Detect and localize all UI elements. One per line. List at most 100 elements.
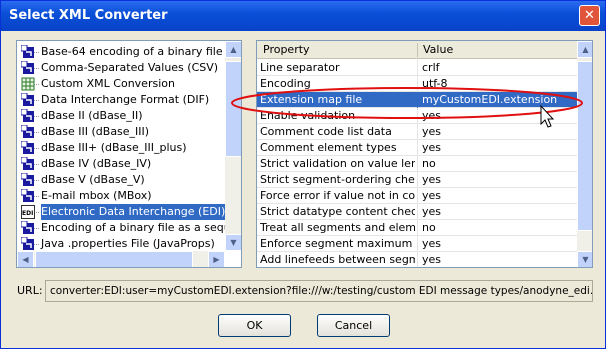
- svg-text:EDI: EDI: [22, 210, 33, 217]
- xml-converter-icon: [20, 60, 35, 75]
- property-value[interactable]: myCustomEDI.extension: [422, 92, 577, 108]
- converter-list-item[interactable]: Base-64 encoding of a binary file as: [20, 44, 241, 60]
- property-value[interactable]: no: [422, 156, 577, 172]
- property-row[interactable]: Strict validation on value leng... no: [257, 156, 577, 172]
- property-value[interactable]: yes: [422, 172, 577, 188]
- property-value[interactable]: yes: [422, 188, 577, 204]
- property-grid-vscrollbar[interactable]: ▲ ▼: [577, 41, 592, 267]
- property-row[interactable]: Treat all segments and eleme... no: [257, 220, 577, 236]
- property-name: Force error if value not in cod...: [260, 189, 415, 202]
- scroll-up-icon[interactable]: ▲: [225, 41, 241, 58]
- property-value[interactable]: utf-8: [422, 76, 577, 92]
- converter-list[interactable]: Base-64 encoding of a binary file as Comm…: [16, 40, 242, 268]
- converter-list-item[interactable]: Comma-Separated Values (CSV): [20, 60, 220, 76]
- close-icon[interactable]: ✕: [579, 5, 600, 26]
- converter-list-item[interactable]: Java .properties File (JavaProps): [20, 236, 217, 252]
- xml-converter-icon: [20, 220, 35, 235]
- grid-icon: [21, 77, 35, 91]
- property-value[interactable]: no: [422, 220, 577, 236]
- property-value[interactable]: yes: [422, 252, 577, 267]
- scroll-down-icon[interactable]: ▼: [225, 234, 241, 251]
- converter-list-item[interactable]: dBase III+ (dBase_III_plus): [20, 140, 189, 156]
- scroll-thumb[interactable]: [225, 61, 241, 157]
- property-row[interactable]: Add linefeeds between segm... yes: [257, 252, 577, 267]
- converter-label: Custom XML Conversion: [41, 77, 175, 90]
- converter-list-item[interactable]: dBase III (dBase_III): [20, 124, 151, 140]
- property-value[interactable]: yes: [422, 124, 577, 140]
- ok-button[interactable]: OK: [218, 314, 291, 337]
- property-row[interactable]: Extension map file myCustomEDI.extension: [257, 92, 577, 108]
- converter-label: dBase III (dBase_III): [41, 125, 150, 138]
- property-name: Add linefeeds between segm...: [260, 253, 415, 266]
- property-row[interactable]: Force error if value not in cod... yes: [257, 188, 577, 204]
- scroll-right-icon[interactable]: ▶: [208, 251, 225, 267]
- property-value[interactable]: crlf: [422, 60, 577, 76]
- cell-divider: [417, 140, 418, 156]
- property-row[interactable]: Enable validation yes: [257, 108, 577, 124]
- cell-divider: [417, 220, 418, 236]
- property-value[interactable]: yes: [422, 236, 577, 252]
- xml-converter-icon: [20, 108, 35, 123]
- converter-list-item[interactable]: Encoding of a binary file as a seque: [20, 220, 239, 236]
- property-name: Enforce segment maximum c...: [260, 237, 415, 250]
- converter-label: E-mail mbox (MBox): [41, 189, 152, 202]
- scroll-left-icon[interactable]: ◀: [17, 251, 34, 267]
- converter-label: Encoding of a binary file as a seque: [41, 221, 238, 234]
- column-divider: [417, 43, 418, 57]
- property-value[interactable]: yes: [422, 140, 577, 156]
- converter-list-item[interactable]: E-mail mbox (MBox): [20, 188, 154, 204]
- property-name: Enable validation: [260, 109, 356, 122]
- converter-list-item[interactable]: Data Interchange Format (DIF): [20, 92, 211, 108]
- url-field[interactable]: converter:EDI:user=myCustomEDI.extension…: [45, 280, 593, 302]
- property-row[interactable]: Strict datatype content chec... yes: [257, 204, 577, 220]
- property-value[interactable]: yes: [422, 204, 577, 220]
- edi-icon: EDI: [21, 205, 35, 219]
- cell-divider: [417, 204, 418, 220]
- cell-divider: [417, 236, 418, 252]
- property-grid[interactable]: Property Value Line separator crlf Encodin…: [256, 40, 593, 268]
- converter-list-item[interactable]: Custom XML Conversion: [21, 76, 177, 92]
- converter-label: Comma-Separated Values (CSV): [41, 61, 219, 74]
- converter-list-item[interactable]: dBase IV (dBase_IV): [20, 156, 153, 172]
- property-row[interactable]: Enforce segment maximum c... yes: [257, 236, 577, 252]
- converter-list-vscrollbar[interactable]: ▲ ▼: [225, 41, 241, 251]
- property-row[interactable]: Comment element types yes: [257, 140, 577, 156]
- property-name: Treat all segments and eleme...: [260, 221, 415, 234]
- property-row[interactable]: Encoding utf-8: [257, 76, 577, 92]
- scroll-up-icon[interactable]: ▲: [577, 41, 592, 58]
- converter-label: Base-64 encoding of a binary file as: [41, 45, 239, 58]
- converter-list-hscrollbar[interactable]: ◀ ▶: [17, 251, 225, 267]
- property-row[interactable]: Strict segment-ordering chec... yes: [257, 172, 577, 188]
- title-bar[interactable]: Select XML Converter ✕: [1, 1, 605, 31]
- cell-divider: [417, 108, 418, 124]
- xml-converter-icon: [20, 236, 35, 251]
- property-column-header[interactable]: Property: [263, 43, 310, 56]
- xml-converter-icon: [20, 140, 35, 155]
- property-value[interactable]: yes: [422, 108, 577, 124]
- value-column-header[interactable]: Value: [423, 43, 453, 56]
- converter-label: Electronic Data Interchange (EDI): [41, 205, 226, 218]
- xml-converter-icon: [20, 172, 35, 187]
- cell-divider: [417, 188, 418, 204]
- property-name: Strict validation on value leng...: [260, 157, 415, 170]
- property-name: Extension map file: [260, 93, 363, 106]
- property-name: Comment code list data: [260, 125, 392, 138]
- property-name: Comment element types: [260, 141, 397, 154]
- converter-label: Java .properties File (JavaProps): [41, 237, 215, 250]
- grid-header: Property Value: [257, 41, 577, 59]
- xml-converter-icon: [20, 124, 35, 139]
- cell-divider: [417, 252, 418, 267]
- converter-list-item[interactable]: EDI Electronic Data Interchange (EDI): [21, 204, 228, 220]
- cancel-button[interactable]: Cancel: [317, 314, 390, 337]
- converter-list-item[interactable]: dBase V (dBase_V): [20, 172, 147, 188]
- scroll-down-icon[interactable]: ▼: [577, 251, 592, 267]
- property-row[interactable]: Comment code list data yes: [257, 124, 577, 140]
- cell-divider: [417, 76, 418, 92]
- xml-converter-icon: [20, 44, 35, 59]
- converter-list-item[interactable]: dBase II (dBase_II): [20, 108, 145, 124]
- scroll-thumb[interactable]: [577, 61, 592, 231]
- property-row[interactable]: Line separator crlf: [257, 60, 577, 76]
- hscroll-thumb[interactable]: [35, 251, 193, 267]
- property-name: Strict segment-ordering chec...: [260, 173, 415, 186]
- dialog-title: Select XML Converter: [9, 8, 168, 23]
